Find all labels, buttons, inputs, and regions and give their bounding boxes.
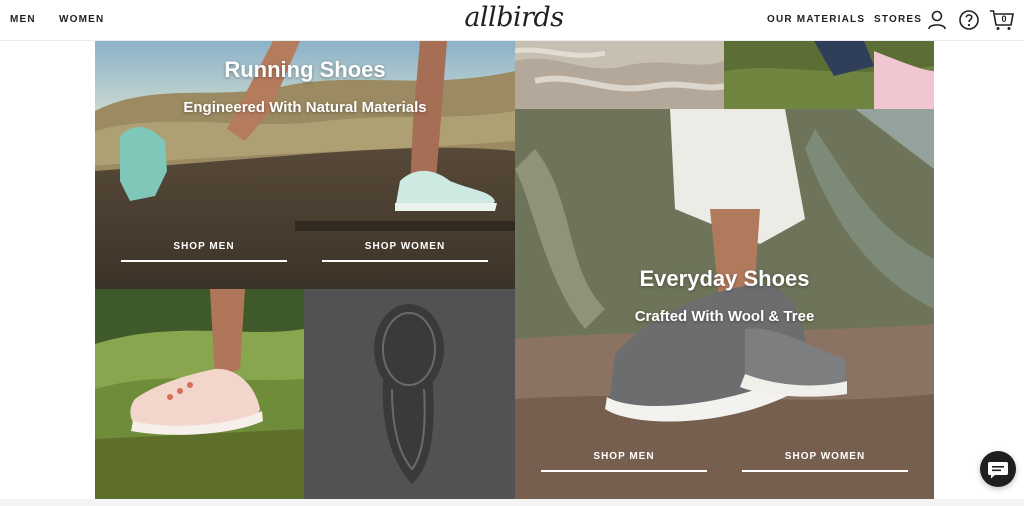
sole-imprint-image — [304, 289, 515, 499]
chat-button[interactable] — [980, 451, 1016, 487]
nav-men[interactable]: MEN — [10, 14, 36, 25]
running-shop-women-link[interactable]: SHOP WOMEN — [322, 241, 488, 262]
pink-runner-tile[interactable] — [95, 289, 304, 499]
sole-imprint-tile[interactable] — [304, 289, 515, 499]
running-shoes-tile[interactable]: Running Shoes Engineered With Natural Ma… — [95, 41, 515, 289]
everyday-shoes-image — [515, 109, 934, 499]
nav-our-materials[interactable]: OUR MATERIALS — [767, 14, 865, 25]
everyday-shoes-subtitle: Crafted With Wool & Tree — [634, 308, 815, 325]
pink-runner-image — [95, 289, 304, 499]
everyday-shop-men-link[interactable]: SHOP MEN — [541, 451, 707, 472]
help-icon[interactable] — [958, 9, 980, 31]
nav-stores[interactable]: STORES — [874, 14, 922, 25]
everyday-shoes-tile[interactable]: Everyday Shoes Crafted With Wool & Tree … — [515, 109, 934, 499]
site-header: MEN WOMEN allbirds OUR MATERIALS STORES … — [0, 0, 1024, 41]
nav-women[interactable]: WOMEN — [59, 14, 104, 25]
walking-grass-tile[interactable] — [724, 41, 934, 109]
everyday-shop-women-link[interactable]: SHOP WOMEN — [742, 451, 908, 472]
wool-image — [515, 41, 724, 109]
running-shoes-title: Running Shoes — [224, 57, 386, 82]
page-bottom-edge — [0, 499, 1024, 506]
allbirds-logo[interactable]: allbirds — [464, 2, 564, 36]
walking-grass-image — [724, 41, 934, 109]
running-shop-men-link[interactable]: SHOP MEN — [121, 241, 287, 262]
running-shoes-subtitle: Engineered With Natural Materials — [183, 99, 427, 116]
account-icon[interactable] — [926, 9, 948, 31]
everyday-shoes-title: Everyday Shoes — [639, 266, 810, 291]
hero-grid: Running Shoes Engineered With Natural Ma… — [95, 41, 934, 499]
cart-icon[interactable]: 0 — [989, 9, 1015, 31]
chat-icon — [988, 462, 1008, 479]
wool-material-tile[interactable] — [515, 41, 724, 109]
cart-count: 0 — [1001, 14, 1006, 24]
